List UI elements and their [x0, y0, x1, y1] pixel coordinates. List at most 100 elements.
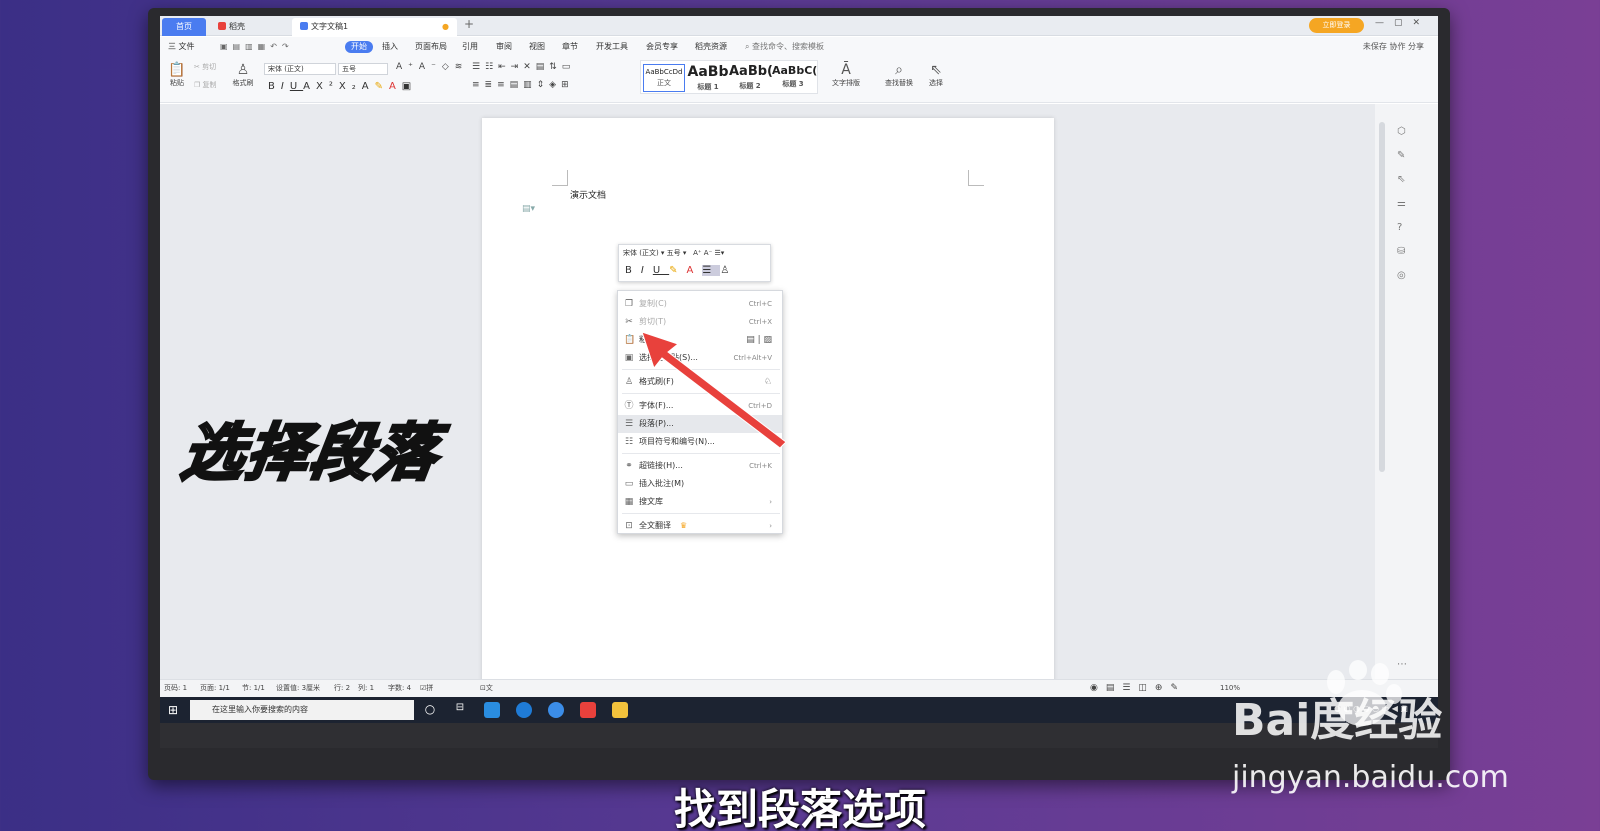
windows-start-icon[interactable]: ⊞	[168, 703, 178, 717]
right-sidebar: ⬡ ✎ ⇖ ⚌ ? ⛁ ◎ ⋯	[1375, 104, 1438, 679]
align-tools-icons[interactable]: ≡≣≡▤▥⇕◈⊞	[472, 81, 574, 90]
overlay-title: 选择段落	[176, 415, 445, 491]
cut-label: 剪切	[202, 63, 217, 71]
paste-options-icon[interactable]: ▤▾	[522, 204, 535, 214]
format-brush-icon: ♙	[236, 62, 250, 78]
select-pointer-icon[interactable]: ⇖	[1397, 174, 1405, 185]
select-label: 选择	[929, 79, 943, 87]
paste-label: 粘贴	[170, 79, 184, 87]
format-brush-label: 格式刷	[232, 79, 254, 87]
text-format-icons[interactable]: BIUAX²X₂A✎A▣	[268, 81, 417, 92]
style-heading3-sample: AaBbC(	[772, 64, 818, 77]
menu-page-layout[interactable]: 页面布局	[415, 41, 447, 53]
style-heading2[interactable]: AaBb( 标题 2	[729, 64, 773, 91]
ctx-translate[interactable]: ⊡ 全文翻译 ♛ ›	[618, 517, 782, 535]
cut-button[interactable]: ✂ 剪切	[194, 63, 216, 72]
taskbar-search-input[interactable]: 在这里输入你要搜索的内容	[190, 700, 414, 720]
cortana-icon[interactable]: ○	[422, 702, 438, 718]
mini-font-row[interactable]: 宋体 (正文) ▾ 五号 ▾ A⁺ A⁻ ☰▾	[623, 248, 724, 258]
style-heading2-sample: AaBb(	[729, 64, 773, 79]
ribbon: 📋 粘贴 ✂ 剪切 ❐ 复制 ♙ 格式刷 宋体 (正文) 五号 A⁺A⁻◇≋ BIU…	[160, 57, 1438, 103]
font-select[interactable]: 宋体 (正文)	[264, 63, 336, 75]
style-heading1-name: 标题 1	[697, 83, 719, 91]
watermark-url: jingyan.baidu.com	[1232, 760, 1509, 795]
menu-start[interactable]: 开始	[345, 41, 373, 53]
spell-check-toggle[interactable]: ☑ 拼写检查	[420, 680, 433, 743]
pen-icon[interactable]: ✎	[1397, 150, 1405, 161]
menu-insert[interactable]: 插入	[382, 41, 398, 53]
ctx-copy[interactable]: ❐ 复制(C) Ctrl+C	[618, 295, 782, 313]
mini-size-select[interactable]: 五号	[667, 249, 681, 257]
login-button[interactable]: 立即登录	[1309, 18, 1364, 33]
copy-button[interactable]: ❐ 复制	[194, 81, 217, 90]
ctx-insert-comment[interactable]: ▭ 插入批注(M)	[618, 475, 782, 493]
task-view-icon[interactable]: ⊟	[452, 702, 468, 718]
view-mode-icons[interactable]: ◉▤☰◫⊕✎	[1090, 680, 1186, 697]
list-tools-icons[interactable]: ☰☷⇤⇥✕▤⇅▭	[472, 63, 575, 72]
window-controls[interactable]: —▢✕	[1375, 18, 1430, 28]
menu-developer[interactable]: 开发工具	[596, 41, 628, 53]
command-search[interactable]: ⌕ 查找命令、搜索模板	[745, 41, 824, 53]
menu-separator	[622, 513, 780, 514]
tab-home[interactable]: 首页	[162, 18, 206, 36]
location-icon[interactable]: ◎	[1397, 270, 1406, 281]
ctx-search-library[interactable]: ▦ 搜文库 ›	[618, 493, 782, 511]
backup-icon[interactable]: ⛁	[1397, 246, 1405, 257]
menu-review[interactable]: 审阅	[496, 41, 512, 53]
tab-docer[interactable]: 稻壳	[210, 18, 290, 36]
margin-corner-left	[552, 170, 568, 186]
file-explorer-icon[interactable]	[612, 702, 628, 718]
edge-icon[interactable]	[516, 702, 532, 718]
tab-bar: 首页 稻壳 文字文稿1 ● + 立即登录 —▢✕	[160, 16, 1438, 36]
sogou-icon[interactable]	[548, 702, 564, 718]
style-heading3[interactable]: AaBbC( 标题 3	[772, 64, 818, 89]
styles-gallery: AaBbCcDd 正文 AaBb 标题 1 AaBb( 标题 2 AaBbC( 标题 3	[640, 60, 818, 94]
help-icon[interactable]: ?	[1397, 222, 1402, 233]
ctx-hyperlink-shortcut: Ctrl+K	[749, 462, 772, 470]
ctx-hyperlink[interactable]: ⚭ 超链接(H)... Ctrl+K	[618, 457, 782, 475]
menu-chapter[interactable]: 章节	[562, 41, 578, 53]
style-heading2-name: 标题 2	[739, 82, 761, 90]
vertical-scrollbar[interactable]	[1379, 122, 1385, 472]
comment-icon: ▭	[624, 479, 634, 489]
text-layout-label: 文字排版	[832, 79, 860, 87]
new-tab-button[interactable]: +	[464, 17, 474, 31]
ctx-cut[interactable]: ✂ 剪切(T) Ctrl+X	[618, 313, 782, 331]
wps-icon[interactable]	[580, 702, 596, 718]
menu-docer-resources[interactable]: 稻壳资源	[695, 41, 727, 53]
menu-view[interactable]: 视图	[529, 41, 545, 53]
magnifier-icon: ⌕	[895, 62, 903, 78]
copy-icon: ❐	[194, 81, 201, 89]
text-layout-button[interactable]: Ā 文字排版	[828, 61, 864, 88]
command-search-label: 查找命令、搜索模板	[752, 42, 825, 51]
browser-icon[interactable]	[484, 702, 500, 718]
style-pane-icon[interactable]: ⬡	[1397, 126, 1406, 137]
mini-format-icons[interactable]: BIU✎A☰♙	[625, 265, 738, 276]
menu-file[interactable]: 三 文件	[168, 41, 195, 53]
style-normal[interactable]: AaBbCcDd 正文	[643, 64, 685, 92]
style-heading1[interactable]: AaBb 标题 1	[687, 64, 729, 92]
ctx-cut-shortcut: Ctrl+X	[748, 318, 772, 326]
find-replace-button[interactable]: ⌕ 查找替换	[880, 61, 918, 88]
menu-separator	[622, 453, 780, 454]
menu-reference[interactable]: 引用	[462, 41, 478, 53]
ctx-translate-label: 全文翻译	[639, 521, 671, 530]
quick-access-icons[interactable]: ▣▤▥▦↶↷	[220, 41, 294, 53]
select-button[interactable]: ⇖ 选择	[924, 61, 948, 88]
style-heading3-name: 标题 3	[782, 80, 804, 88]
paste-button[interactable]: 📋 粘贴	[166, 61, 188, 88]
menu-member[interactable]: 会员专享	[646, 41, 678, 53]
size-select[interactable]: 五号	[338, 63, 388, 75]
font-tools-icons[interactable]: A⁺A⁻◇≋	[396, 63, 468, 72]
tab-document[interactable]: 文字文稿1 ●	[292, 18, 457, 36]
menu-right-actions[interactable]: 未保存 协作 分享	[1363, 41, 1424, 52]
doc-proof-button[interactable]: ⊡ 文档校对	[480, 680, 493, 743]
red-arrow-annotation	[641, 331, 787, 449]
status-row: 行: 2	[334, 684, 351, 692]
screen: 首页 稻壳 文字文稿1 ● + 立即登录 —▢✕ 三 文件 ▣▤▥▦↶↷ 开始 插…	[160, 16, 1438, 748]
unsaved-dot-icon: ●	[442, 22, 449, 31]
mini-font-select[interactable]: 宋体 (正文)	[623, 249, 659, 257]
format-brush-button[interactable]: ♙ 格式刷	[230, 61, 256, 88]
document-text[interactable]: 演示文档	[570, 188, 606, 201]
settings-sliders-icon[interactable]: ⚌	[1397, 198, 1406, 209]
